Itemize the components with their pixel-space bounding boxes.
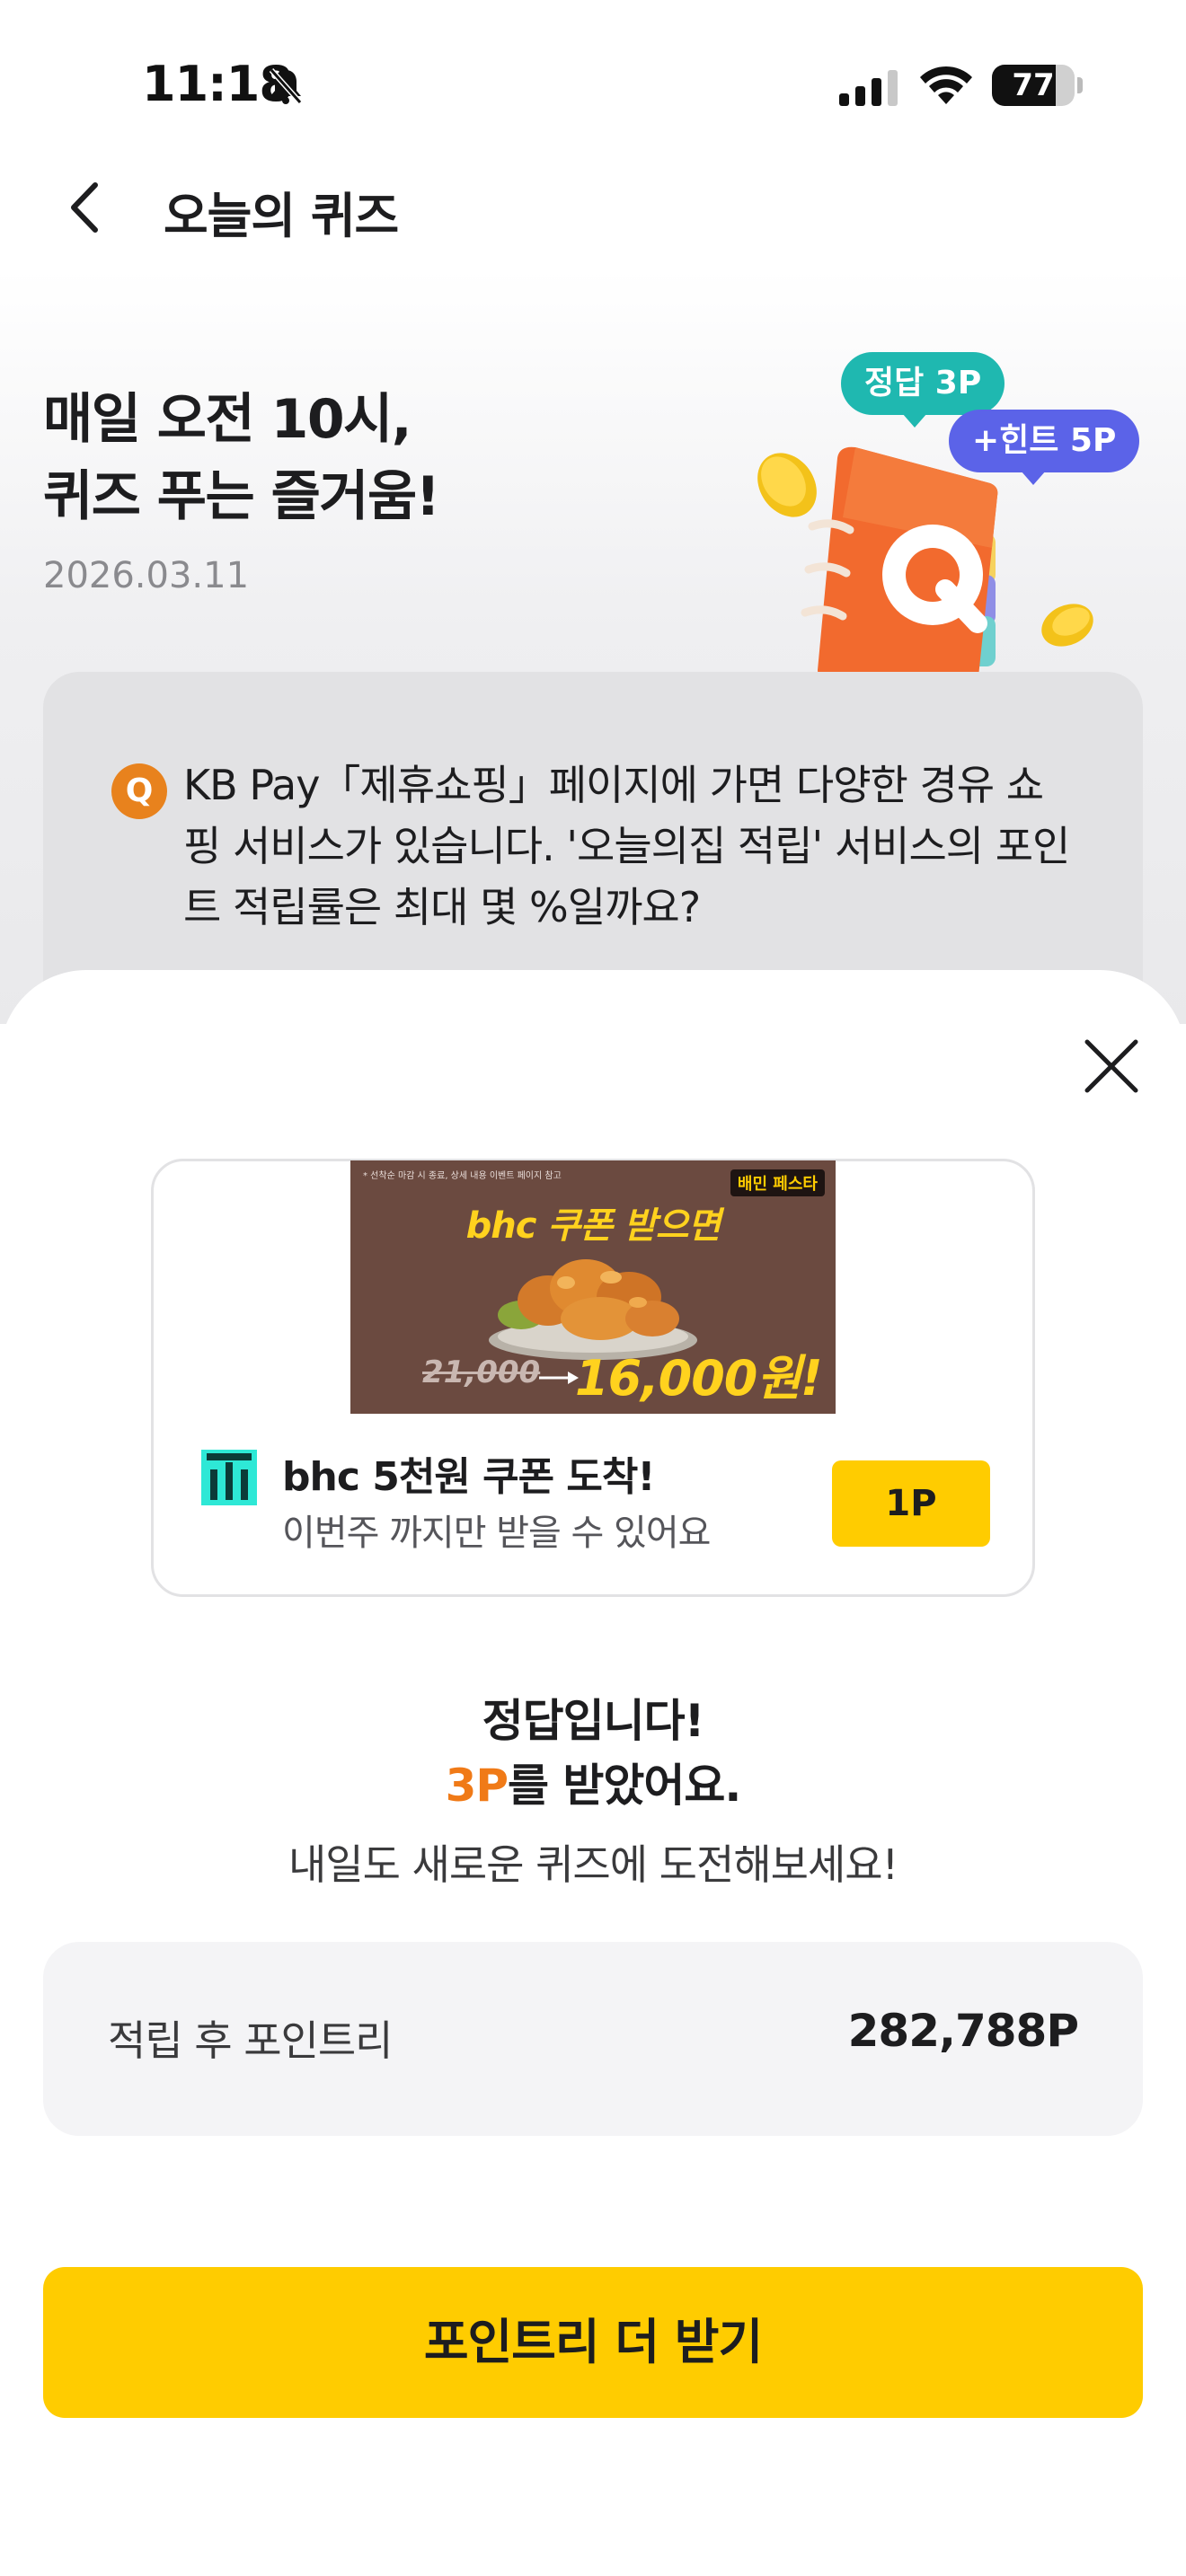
question-q-icon: Q — [111, 763, 167, 819]
delivery-app-logo-icon — [201, 1450, 257, 1505]
balance-label: 적립 후 포인트리 — [108, 2016, 393, 2065]
ad-old-price: 21,000 — [422, 1354, 541, 1390]
ad-title: bhc 5천원 쿠폰 도착! — [282, 1454, 655, 1500]
cellular-signal-icon — [839, 70, 898, 106]
question-text: KB Pay「제휴쇼핑」페이지에 가면 다양한 경유 쇼핑 서비스가 있습니다.… — [183, 761, 1070, 931]
headline-line-2: 퀴즈 푸는 즐거움! — [43, 465, 440, 528]
ad-brand-logo: 배민 페스타 — [730, 1169, 825, 1196]
quiz-date: 2026.03.11 — [43, 555, 250, 596]
page-title: 오늘의 퀴즈 — [164, 188, 399, 244]
result-subtitle: 내일도 새로운 퀴즈에 도전해보세요! — [288, 1840, 898, 1889]
ad-new-price: 16,000원! — [575, 1350, 823, 1407]
result-points-line: 3P를 받았어요. — [0, 1750, 1186, 1814]
hint-badge-tail — [1021, 471, 1046, 485]
answer-badge-tail — [902, 413, 927, 428]
ad-fine-print: * 선착순 마감 시 종료, 상세 내용 이벤트 페이지 참고 — [363, 1171, 562, 1181]
quiz-headline: 매일 오전 10시, 퀴즈 푸는 즐거움! — [43, 381, 440, 535]
ad-banner-headline: bhc 쿠폰 받으면 — [465, 1205, 721, 1247]
earned-points-suffix: 를 받았어요. — [508, 1760, 741, 1812]
earned-points: 3P — [445, 1760, 509, 1812]
status-bar: 11:18 77 — [0, 0, 1186, 171]
answer-points-badge: 정답 3P — [841, 352, 1005, 415]
result-title: 정답입니다! — [482, 1695, 705, 1747]
arrow-right-icon — [539, 1372, 579, 1384]
ad-reward-button[interactable]: 1P — [832, 1460, 990, 1547]
ad-subtitle: 이번주 까지만 받을 수 있어요 — [282, 1513, 711, 1554]
battery-indicator: 77 — [992, 65, 1075, 106]
balance-value: 282,788P — [847, 2005, 1079, 2057]
battery-tip — [1077, 77, 1083, 93]
battery-percent: 77 — [1012, 67, 1055, 103]
get-more-points-button[interactable]: 포인트리 더 받기 — [43, 2267, 1143, 2418]
back-arrow-icon[interactable] — [59, 176, 113, 239]
hint-points-badge: +힌트 5P — [949, 410, 1140, 472]
close-icon[interactable] — [1078, 1033, 1145, 1099]
ad-banner-image[interactable]: * 선착순 마감 시 종료, 상세 내용 이벤트 페이지 참고 배민 페스타 b… — [350, 1160, 836, 1414]
headline-line-1: 매일 오전 10시, — [43, 388, 412, 451]
wifi-icon — [920, 66, 972, 104]
bell-muted-icon — [269, 68, 303, 104]
